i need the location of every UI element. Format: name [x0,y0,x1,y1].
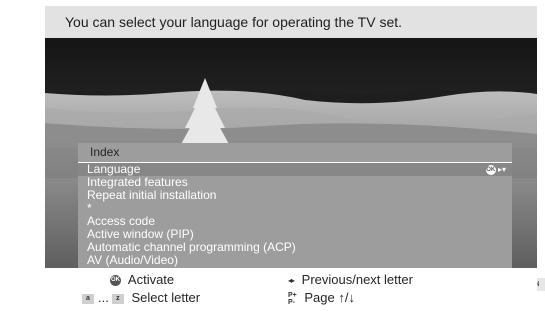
page-plus-glyph: P+ [288,291,297,299]
menu-list: Language OK ▸▾ Integrated features Repea… [78,163,512,267]
info-banner: You can select your language for operati… [45,6,537,38]
page-up-down-icon: P+ P- [288,292,297,306]
ok-icon: OK ▸▾ [485,163,506,176]
hint-activate: OK Activate [110,272,174,287]
menu-item-label: AV (Audio/Video) [87,253,178,267]
menu-item-label: Access code [87,214,156,228]
tv-osd-screen: You can select your language for operati… [0,0,545,333]
menu-item-label: * [87,201,92,215]
menu-item-label: Active window (PIP) [87,227,194,241]
ok-badge: OK [485,165,496,175]
hint-select-letter-label: Select letter [131,290,201,305]
left-right-arrows-icon: ◂▸ [288,276,295,286]
menu-item-label: Repeat initial installation [87,188,217,202]
menu-item-label: Automatic channel programming (ACP) [87,240,296,254]
letter-z-key-icon: z [111,293,124,304]
hint-page: P+ P- Page ↑/↓ [288,290,355,306]
letter-range-separator: ... [98,290,109,305]
hint-activate-label: Activate [127,272,175,287]
hint-select-letter: a... z Select letter [82,290,200,305]
page-minus-glyph: P- [288,298,295,306]
hint-previous-next-label: Previous/next letter [301,272,413,287]
key-hints-bar: OK Activate ◂▸ Previous/next letter a...… [45,268,537,333]
info-banner-text: You can select your language for operati… [65,14,403,30]
hint-page-label: Page ↑/↓ [304,290,355,305]
menu-item-av-audio-video[interactable]: AV (Audio/Video) [78,254,512,267]
menu-item-label: Language [87,162,141,176]
menu-item-label: Integrated features [87,175,188,189]
ok-button-icon: OK [110,275,121,287]
ok-hint-arrows: ▸▾ [497,165,506,174]
hint-previous-next-letter: ◂▸ Previous/next letter [288,272,413,287]
menu-item-repeat-initial-installation[interactable]: Repeat initial installation [78,189,512,202]
menu-title: Index [90,145,120,159]
letter-a-key-icon: a [82,293,94,304]
index-menu: Index Language OK ▸▾ Integrated features… [78,143,512,271]
